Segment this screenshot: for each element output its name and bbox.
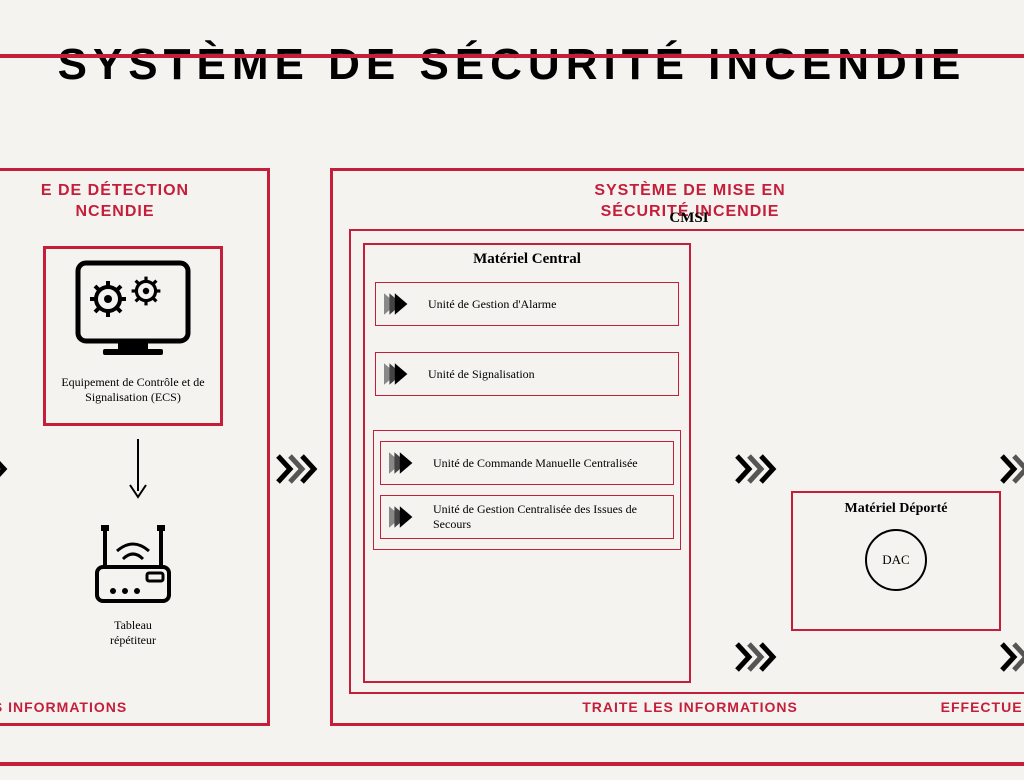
securite-caption-center: TRAITE LES INFORMATIONS: [582, 699, 798, 715]
repeater-label: Tableau répétiteur: [53, 618, 213, 648]
cmsi-label: CMSI: [669, 210, 708, 227]
materiel-central-title: Matériel Central: [365, 245, 689, 272]
cmsi-box: CMSI Matériel Central Unité de Gestion d…: [349, 229, 1024, 694]
materiel-deporte-box: Matériel Déporté DAC: [791, 491, 1001, 631]
ecs-card: Equipement de Contrôle et de Signalisati…: [43, 246, 223, 426]
unit-uga: Unité de Gestion d'Alarme: [375, 282, 679, 326]
diagram-canvas: E DE DÉTECTION NCENDIE: [0, 168, 1024, 750]
detection-title-line2: NCENDIE: [75, 203, 154, 220]
triple-triangle-icon: [384, 291, 420, 317]
securite-title-line1: SYSTÈME DE MISE EN: [594, 182, 785, 199]
ecs-label: Equipement de Contrôle et de Signalisati…: [54, 375, 212, 405]
unit-ucmc-label: Unité de Commande Manuelle Centralisée: [433, 456, 638, 471]
top-rule: [0, 54, 1024, 58]
dac-circle: DAC: [865, 529, 927, 591]
triple-triangle-icon: [389, 450, 425, 476]
securite-caption-right: EFFECTUE L: [941, 699, 1024, 715]
detection-caption: LES INFORMATIONS: [0, 699, 127, 715]
materiel-deporte-title: Matériel Déporté: [793, 493, 999, 523]
chevrons-icon: [1000, 640, 1024, 674]
chevrons-icon: [276, 452, 330, 486]
ecs-monitor-gears-icon: [68, 257, 198, 367]
triple-triangle-icon: [389, 504, 425, 530]
materiel-central-box: Matériel Central Unité de Gestion d'Alar…: [363, 243, 691, 683]
detection-title-line1: E DE DÉTECTION: [41, 182, 189, 199]
repeater-label-line1: Tableau: [114, 618, 152, 632]
triple-triangle-icon: [384, 361, 420, 387]
unit-ugcis: Unité de Gestion Centralisée des Issues …: [380, 495, 674, 539]
chevrons-icon: [735, 452, 789, 486]
detection-panel: E DE DÉTECTION NCENDIE: [0, 168, 270, 726]
repeater-label-line2: répétiteur: [110, 633, 156, 647]
diagram-title: SYSTÈME DE SÉCURITÉ INCENDIE: [0, 40, 1024, 90]
repeater-card: Tableau répétiteur: [53, 519, 213, 674]
arrow-down-icon: [123, 436, 153, 504]
securite-panel: SYSTÈME DE MISE EN SÉCURITÉ INCENDIE CMS…: [330, 168, 1024, 726]
unit-ugcis-label: Unité de Gestion Centralisée des Issues …: [433, 502, 665, 532]
detection-panel-title: E DE DÉTECTION NCENDIE: [0, 171, 267, 225]
unit-uga-label: Unité de Gestion d'Alarme: [428, 297, 556, 312]
repeater-device-icon: [83, 519, 183, 614]
unit-ucmc: Unité de Commande Manuelle Centralisée: [380, 441, 674, 485]
chevrons-icon: [1000, 452, 1024, 486]
bottom-rule: [0, 762, 1024, 766]
dac-label: DAC: [882, 552, 909, 568]
unit-us-label: Unité de Signalisation: [428, 367, 535, 382]
chevrons-icon: [0, 452, 20, 486]
unit-us: Unité de Signalisation: [375, 352, 679, 396]
chevrons-icon: [735, 640, 789, 674]
mc-subgroup: Unité de Commande Manuelle Centralisée U…: [373, 430, 681, 550]
